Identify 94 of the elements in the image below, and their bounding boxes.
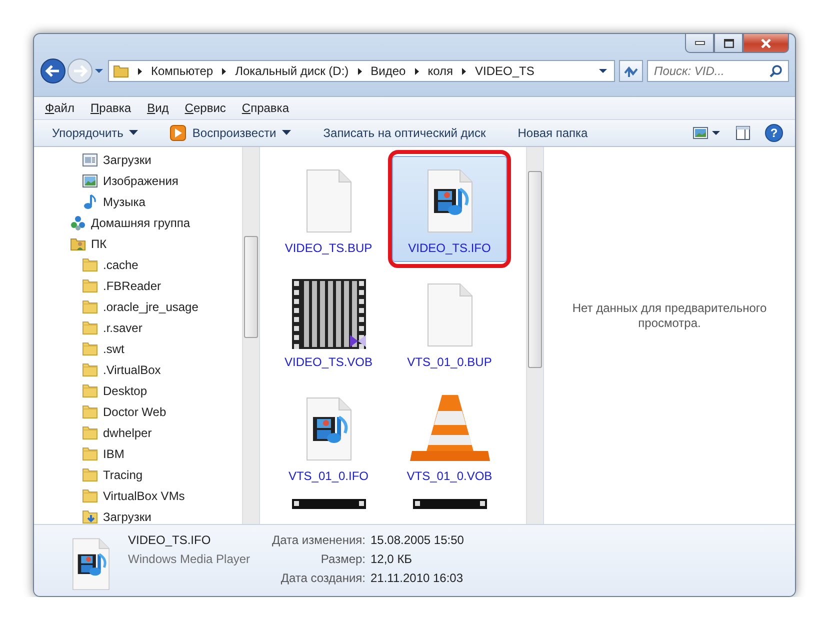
property-value: 15.08.2005 15:50 xyxy=(370,533,464,547)
download-folder-icon xyxy=(82,508,98,524)
file-item[interactable]: VTS_01_0.BUP xyxy=(392,270,507,376)
chevron-icon[interactable] xyxy=(220,66,228,76)
view-options-icon[interactable] xyxy=(693,126,721,140)
tree-item[interactable]: VirtualBox VMs xyxy=(34,485,242,506)
tree-item[interactable]: Загрузки xyxy=(34,149,242,170)
breadcrumb[interactable]: Видео xyxy=(370,64,406,78)
menu-item[interactable]: Правка xyxy=(90,101,132,115)
tree-item[interactable]: .r.saver xyxy=(34,317,242,338)
tree-item[interactable]: .VirtualBox xyxy=(34,359,242,380)
breadcrumb[interactable]: коля xyxy=(428,64,454,78)
maximize-button[interactable] xyxy=(714,34,743,53)
menu-item[interactable]: Файл xyxy=(45,101,75,115)
help-button[interactable]: ? xyxy=(765,124,783,142)
back-button[interactable] xyxy=(40,58,66,84)
caret-icon xyxy=(129,130,138,136)
property-value: 12,0 КБ xyxy=(370,552,414,566)
menu-item[interactable]: Сервис xyxy=(184,101,226,115)
tree-item[interactable]: Музыка xyxy=(34,191,242,212)
tree-item[interactable]: Домашняя группа xyxy=(34,212,242,233)
dropdown-caret-icon[interactable] xyxy=(598,67,608,75)
breadcrumb[interactable]: Компьютер xyxy=(151,64,214,78)
file-item[interactable]: VIDEO_TS.IFO xyxy=(392,156,507,262)
tree-item[interactable]: Загрузки xyxy=(34,506,242,524)
folder-icon xyxy=(82,446,98,462)
breadcrumb[interactable]: Локальный диск (D:) xyxy=(235,64,349,78)
folder-icon xyxy=(82,278,98,294)
tree-item[interactable]: dwhelper xyxy=(34,422,242,443)
caret-icon xyxy=(282,130,292,136)
refresh-icon xyxy=(623,64,639,78)
tree-item[interactable]: IBM xyxy=(34,443,242,464)
file-type: Windows Media Player xyxy=(128,552,252,566)
play-icon xyxy=(170,125,186,141)
maximize-icon xyxy=(724,38,734,48)
folder-icon xyxy=(82,362,98,378)
close-icon xyxy=(761,38,771,48)
tree-item[interactable]: .swt xyxy=(34,338,242,359)
chevron-icon[interactable] xyxy=(136,66,144,76)
folder-icon xyxy=(82,404,98,420)
tree-item[interactable]: Изображения xyxy=(34,170,242,191)
history-caret-icon[interactable] xyxy=(94,67,104,75)
scrollbar[interactable] xyxy=(526,147,543,524)
property-label: Размер: xyxy=(320,552,366,566)
file-item[interactable]: VTS_01_0.VOB xyxy=(392,384,507,490)
tree-item[interactable]: Tracing xyxy=(34,464,242,485)
folder-icon xyxy=(82,382,98,398)
toolbar-button[interactable]: Записать на оптический диск xyxy=(315,123,494,143)
file-item[interactable]: VIDEO_TS.VOB xyxy=(271,270,386,376)
toolbar-button[interactable]: Упорядочить xyxy=(44,123,146,143)
folder-icon xyxy=(113,63,129,79)
property-label: Дата изменения: xyxy=(272,533,366,547)
search-icon xyxy=(769,64,783,78)
menu-item[interactable]: Вид xyxy=(147,101,169,115)
breadcrumb[interactable]: VIDEO_TS xyxy=(475,64,534,78)
minimize-button[interactable] xyxy=(685,34,714,53)
downloads-icon xyxy=(82,152,98,168)
property-label: Дата создания: xyxy=(280,571,366,585)
folder-icon xyxy=(82,340,98,356)
user-folder-icon xyxy=(70,236,86,252)
music-note-icon xyxy=(82,194,98,210)
pictures-icon xyxy=(82,172,98,188)
folder-icon xyxy=(82,466,98,482)
traffic-cone-icon xyxy=(410,393,490,463)
folder-icon xyxy=(82,488,98,504)
tree-item[interactable]: .FBReader xyxy=(34,275,242,296)
homegroup-icon xyxy=(70,214,86,230)
folder-icon xyxy=(82,424,98,440)
folder-icon xyxy=(82,298,98,314)
minimize-icon xyxy=(694,41,704,45)
toolbar-button[interactable]: Новая папка xyxy=(510,123,596,143)
folder-icon xyxy=(82,256,98,272)
file-name: VIDEO_TS.IFO xyxy=(128,533,212,547)
tree-item[interactable]: Doctor Web xyxy=(34,401,242,422)
tree-item[interactable]: .cache xyxy=(34,254,242,275)
chevron-icon[interactable] xyxy=(412,66,421,76)
chevron-icon[interactable] xyxy=(356,66,364,76)
search-field[interactable]: Поиск: VID... xyxy=(647,60,789,82)
folder-icon xyxy=(82,320,98,336)
chevron-icon[interactable] xyxy=(460,66,468,76)
tree-item[interactable]: ПК xyxy=(34,233,242,254)
refresh-button[interactable] xyxy=(619,60,643,82)
preview-pane-icon[interactable] xyxy=(735,125,751,141)
tree-item[interactable]: .oracle_jre_usage xyxy=(34,296,242,317)
file-item[interactable]: VIDEO_TS.BUP xyxy=(271,156,386,262)
menu-item[interactable]: Справка xyxy=(242,101,289,115)
close-button[interactable] xyxy=(743,34,789,53)
toolbar-button[interactable]: Воспроизвести xyxy=(162,122,300,144)
tree-item[interactable]: Desktop xyxy=(34,380,242,401)
address-bar[interactable]: Компьютер Локальный диск (D:) Видео коля VIDEO_TS xyxy=(108,60,615,82)
preview-message: Нет данных для предварительного просмотра. xyxy=(571,300,768,330)
file-item[interactable]: VTS_01_0.IFO xyxy=(271,384,386,490)
scrollbar[interactable] xyxy=(242,147,259,524)
property-value: 21.11.2010 16:03 xyxy=(370,571,464,585)
